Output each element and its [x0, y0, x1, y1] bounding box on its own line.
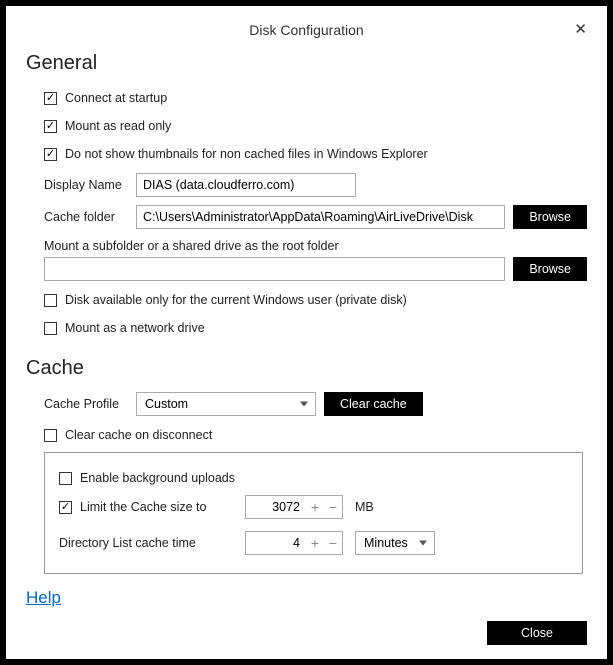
limit-cache-row: Limit the Cache size to + − MB — [59, 495, 568, 519]
cache-folder-row: Cache folder Browse — [44, 205, 587, 229]
dir-list-spinner: + − — [245, 531, 343, 555]
browse-subfolder-button[interactable]: Browse — [513, 257, 587, 281]
cache-heading: Cache — [26, 357, 587, 380]
general-heading: General — [26, 52, 587, 75]
limit-cache-unit: MB — [355, 500, 374, 514]
limit-cache-checkbox[interactable] — [59, 501, 72, 514]
mount-readonly-checkbox[interactable] — [44, 120, 57, 133]
dir-list-unit-dropdown[interactable]: Minutes — [355, 531, 435, 555]
cache-folder-label: Cache folder — [44, 210, 136, 224]
network-drive-label: Mount as a network drive — [65, 321, 205, 335]
general-section: Connect at startup Mount as read only Do… — [44, 87, 587, 339]
subfolder-input[interactable] — [44, 257, 505, 281]
connect-startup-checkbox[interactable] — [44, 92, 57, 105]
private-disk-checkbox[interactable] — [44, 294, 57, 307]
limit-cache-label: Limit the Cache size to — [80, 500, 245, 514]
minus-icon[interactable]: − — [324, 532, 342, 554]
no-thumbnails-label: Do not show thumbnails for non cached fi… — [65, 147, 428, 161]
display-name-input[interactable] — [136, 173, 356, 197]
dir-list-row: Directory List cache time + − Minutes — [59, 531, 568, 555]
help-link[interactable]: Help — [26, 588, 61, 608]
dir-list-label: Directory List cache time — [59, 536, 245, 550]
bg-uploads-checkbox[interactable] — [59, 472, 72, 485]
cache-section: Cache Profile Custom Clear cache Clear c… — [44, 392, 587, 446]
display-name-label: Display Name — [44, 178, 136, 192]
minus-icon[interactable]: − — [324, 496, 342, 518]
network-drive-row: Mount as a network drive — [44, 317, 587, 339]
connect-startup-label: Connect at startup — [65, 91, 167, 105]
plus-icon[interactable]: + — [306, 496, 324, 518]
cache-profile-dropdown-wrap: Custom — [136, 392, 316, 416]
display-name-row: Display Name — [44, 173, 587, 197]
bg-uploads-row: Enable background uploads — [59, 467, 568, 489]
private-disk-label: Disk available only for the current Wind… — [65, 293, 407, 307]
clear-cache-button[interactable]: Clear cache — [324, 392, 423, 416]
mount-readonly-label: Mount as read only — [65, 119, 171, 133]
titlebar: Disk Configuration ✕ — [26, 22, 587, 38]
clear-on-disconnect-checkbox[interactable] — [44, 429, 57, 442]
plus-icon[interactable]: + — [306, 532, 324, 554]
network-drive-checkbox[interactable] — [44, 322, 57, 335]
footer: Close — [487, 621, 587, 645]
clear-on-disconnect-label: Clear cache on disconnect — [65, 428, 212, 442]
window: Disk Configuration ✕ General Connect at … — [6, 6, 607, 659]
limit-cache-input[interactable] — [246, 496, 306, 518]
browse-cache-button[interactable]: Browse — [513, 205, 587, 229]
cache-profile-label: Cache Profile — [44, 397, 136, 411]
no-thumbnails-row: Do not show thumbnails for non cached fi… — [44, 143, 587, 165]
close-button[interactable]: Close — [487, 621, 587, 645]
dir-list-unit-wrap: Minutes — [355, 531, 435, 555]
mount-readonly-row: Mount as read only — [44, 115, 587, 137]
limit-cache-spinner: + − — [245, 495, 343, 519]
cache-profile-row: Cache Profile Custom Clear cache — [44, 392, 587, 416]
window-title: Disk Configuration — [249, 22, 363, 38]
cache-box: Enable background uploads Limit the Cach… — [44, 452, 583, 574]
no-thumbnails-checkbox[interactable] — [44, 148, 57, 161]
cache-profile-dropdown[interactable]: Custom — [136, 392, 316, 416]
subfolder-label: Mount a subfolder or a shared drive as t… — [44, 239, 587, 253]
cache-folder-input[interactable] — [136, 205, 505, 229]
bg-uploads-label: Enable background uploads — [80, 471, 235, 485]
dir-list-input[interactable] — [246, 532, 306, 554]
clear-on-disconnect-row: Clear cache on disconnect — [44, 424, 587, 446]
subfolder-row: Browse — [44, 257, 587, 281]
private-disk-row: Disk available only for the current Wind… — [44, 289, 587, 311]
connect-startup-row: Connect at startup — [44, 87, 587, 109]
close-icon[interactable]: ✕ — [574, 20, 587, 38]
